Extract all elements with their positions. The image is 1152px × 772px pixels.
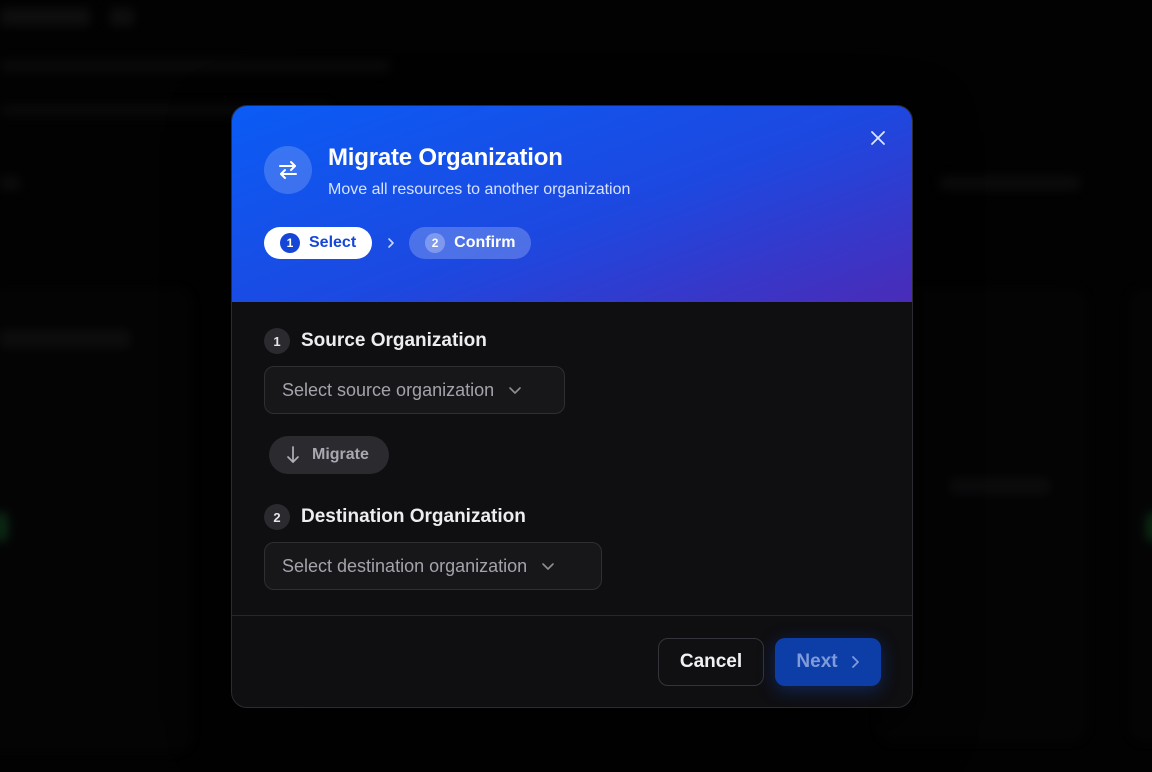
step-confirm[interactable]: 2 Confirm	[409, 227, 532, 259]
dialog-subtitle: Move all resources to another organizati…	[328, 181, 631, 198]
next-button[interactable]: Next	[775, 638, 881, 686]
chevron-right-icon	[850, 655, 860, 669]
source-label-text: Source Organization	[301, 330, 487, 351]
close-icon	[871, 131, 885, 145]
source-select-placeholder: Select source organization	[282, 379, 495, 400]
chevron-down-icon	[508, 385, 522, 395]
source-organization-select[interactable]: Select source organization	[264, 366, 565, 414]
dialog-footer: Cancel Next	[232, 616, 912, 707]
step-badge: 1	[264, 328, 290, 354]
next-button-label: Next	[796, 651, 838, 672]
migrate-organization-dialog: Migrate Organization Move all resources …	[231, 105, 913, 708]
step-number: 1	[280, 233, 300, 253]
close-button[interactable]	[866, 126, 890, 150]
step-label: Select	[309, 234, 357, 251]
destination-organization-label: 2 Destination Organization	[264, 504, 526, 530]
destination-select-placeholder: Select destination organization	[282, 555, 528, 576]
dialog-body: 1 Source Organization Select source orga…	[232, 302, 912, 616]
source-organization-label: 1 Source Organization	[264, 328, 487, 354]
step-number: 2	[425, 233, 446, 253]
destination-label-text: Destination Organization	[301, 506, 526, 527]
arrow-down-icon	[286, 445, 300, 465]
migrate-label: Migrate	[312, 446, 369, 463]
dialog-title: Migrate Organization	[328, 144, 563, 171]
step-select[interactable]: 1 Select	[264, 227, 373, 259]
stepper: 1 Select 2 Confirm	[264, 227, 532, 259]
dialog-header: Migrate Organization Move all resources …	[232, 106, 912, 302]
chevron-down-icon	[541, 561, 555, 571]
swap-arrows-icon	[264, 146, 312, 194]
chevron-right-icon	[372, 237, 409, 249]
cancel-button[interactable]: Cancel	[658, 638, 764, 686]
step-label: Confirm	[454, 234, 516, 251]
destination-organization-select[interactable]: Select destination organization	[264, 542, 602, 590]
migrate-indicator: Migrate	[269, 436, 389, 474]
step-badge: 2	[264, 504, 290, 530]
